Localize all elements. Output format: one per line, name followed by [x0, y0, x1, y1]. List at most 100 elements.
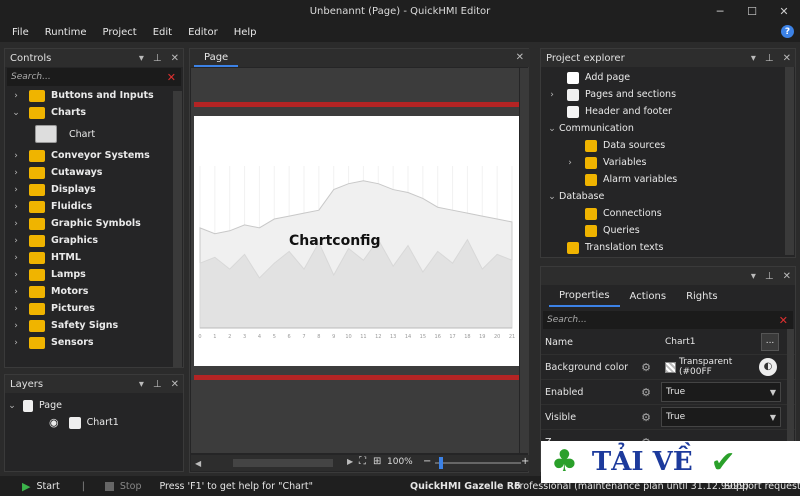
explorer-item[interactable]: Alarm variables	[541, 171, 795, 188]
chevron-right-icon[interactable]: ›	[9, 253, 23, 263]
menu-file[interactable]: File	[4, 27, 37, 38]
menu-help[interactable]: Help	[226, 27, 265, 38]
design-canvas[interactable]: 0 1 2 3 4 5 6 7 8 9 10 11 12 13 14 15 16 17 18 19 20 21 Chart…	[191, 68, 519, 453]
explorer-item[interactable]: Translation texts	[541, 239, 795, 256]
pin-icon[interactable]: ⊥	[765, 53, 774, 64]
chevron-right-icon[interactable]: ›	[9, 304, 23, 314]
pin-icon[interactable]: ⊥	[153, 53, 162, 64]
chevron-right-icon[interactable]: ›	[563, 158, 577, 168]
tree-item-category[interactable]: › Sensors	[5, 334, 183, 351]
explorer-item[interactable]: Add page	[541, 69, 795, 86]
tree-item-category[interactable]: › Buttons and Inputs	[5, 87, 183, 104]
tab-properties[interactable]: Properties	[549, 285, 620, 307]
explorer-item[interactable]: › Variables	[541, 154, 795, 171]
chevron-right-icon[interactable]: ›	[9, 202, 23, 212]
chevron-right-icon[interactable]: ›	[9, 236, 23, 246]
help-icon[interactable]: ?	[781, 25, 794, 38]
fit-icon[interactable]: ⛶	[359, 456, 366, 467]
zoom-slider[interactable]	[435, 462, 521, 464]
close-icon[interactable]: ✕	[783, 271, 791, 282]
eye-icon[interactable]: ◉	[49, 416, 59, 429]
chevron-right-icon[interactable]: ›	[9, 270, 23, 280]
controls-scrollbar[interactable]	[173, 91, 182, 367]
dropdown-icon[interactable]: ▾	[751, 53, 756, 64]
dropdown-icon[interactable]: ▾	[139, 379, 144, 390]
clear-search-icon[interactable]: ✕	[779, 314, 788, 327]
play-icon[interactable]: ▶	[22, 480, 30, 493]
tree-item-category[interactable]: › Graphics	[5, 232, 183, 249]
explorer-item[interactable]: Connections	[541, 205, 795, 222]
dropdown-icon[interactable]: ▾	[139, 53, 144, 64]
explorer-item[interactable]: Header and footer	[541, 103, 795, 120]
chevron-right-icon[interactable]: ›	[9, 219, 23, 229]
hscroll-thumb[interactable]	[233, 459, 333, 467]
tree-item-category[interactable]: › Displays	[5, 181, 183, 198]
tree-item-category[interactable]: › Safety Signs	[5, 317, 183, 334]
enabled-select[interactable]: True ▼	[661, 382, 781, 402]
scroll-left-icon[interactable]: ◀	[195, 459, 201, 468]
menu-runtime[interactable]: Runtime	[37, 27, 95, 38]
menu-edit[interactable]: Edit	[145, 27, 180, 38]
explorer-scrollbar[interactable]	[785, 67, 794, 255]
chevron-right-icon[interactable]: ›	[9, 151, 23, 161]
chevron-right-icon[interactable]: ›	[9, 321, 23, 331]
tab-page[interactable]: Page	[194, 49, 239, 67]
chevron-down-icon[interactable]: ⌄	[9, 108, 23, 118]
zoom-slider-handle[interactable]	[439, 457, 443, 469]
zoom-in-button[interactable]: +	[521, 456, 529, 467]
chevron-right-icon[interactable]: ›	[545, 90, 559, 100]
tree-item-chart-control[interactable]: Chart	[5, 121, 183, 147]
tree-item-category[interactable]: › HTML	[5, 249, 183, 266]
zoom-grid-icon[interactable]: ⊞	[373, 456, 381, 467]
tree-item-category[interactable]: ⌄ Charts	[5, 104, 183, 121]
maximize-button[interactable]: ☐	[736, 0, 768, 22]
zoom-out-button[interactable]: −	[423, 456, 431, 467]
tree-item-category[interactable]: › Conveyor Systems	[5, 147, 183, 164]
start-button[interactable]: Start	[36, 481, 59, 492]
tree-item-category[interactable]: › Fluidics	[5, 198, 183, 215]
close-icon[interactable]: ✕	[783, 53, 791, 64]
menu-editor[interactable]: Editor	[180, 27, 226, 38]
page-surface[interactable]: 0 1 2 3 4 5 6 7 8 9 10 11 12 13 14 15 16 17 18 19 20 21 Chart…	[194, 116, 519, 366]
tree-item-category[interactable]: › Lamps	[5, 266, 183, 283]
chevron-down-icon[interactable]: ⌄	[545, 192, 559, 202]
explorer-item[interactable]: Queries	[541, 222, 795, 239]
name-edit-button[interactable]: ...	[761, 333, 779, 351]
properties-search-input[interactable]: Search... ✕	[543, 311, 793, 329]
chevron-right-icon[interactable]: ›	[9, 338, 23, 348]
tree-item-category[interactable]: › Cutaways	[5, 164, 183, 181]
gear-icon[interactable]: ⚙	[633, 411, 659, 424]
chevron-right-icon[interactable]: ›	[9, 168, 23, 178]
tree-item-category[interactable]: › Pictures	[5, 300, 183, 317]
explorer-item[interactable]: ⌄ Database	[541, 188, 795, 205]
explorer-item[interactable]: ⌄ Communication	[541, 120, 795, 137]
close-icon[interactable]: ✕	[171, 53, 179, 64]
clear-search-icon[interactable]: ✕	[167, 71, 176, 84]
controls-search-input[interactable]: Search... ✕	[7, 68, 181, 86]
tab-actions[interactable]: Actions	[620, 285, 677, 307]
chevron-down-icon[interactable]: ⌄	[5, 401, 19, 411]
gear-icon[interactable]: ⚙	[633, 361, 659, 374]
color-picker-icon[interactable]: ◐	[759, 358, 777, 376]
scroll-right-icon[interactable]: ▶	[347, 457, 353, 466]
canvas-hscrollbar[interactable]: ◀ ▶ ⛶ ⊞ 100% − +	[191, 455, 529, 471]
layer-item-chart1[interactable]: ◉ Chart1	[5, 414, 183, 431]
chevron-right-icon[interactable]: ›	[9, 185, 23, 195]
explorer-item[interactable]: Data sources	[541, 137, 795, 154]
stop-icon[interactable]	[104, 481, 114, 491]
chevron-down-icon[interactable]: ⌄	[545, 124, 559, 134]
gear-icon[interactable]: ⚙	[633, 386, 659, 399]
tab-rights[interactable]: Rights	[676, 285, 728, 307]
layer-item-page[interactable]: ⌄ Page	[5, 397, 183, 414]
chevron-right-icon[interactable]: ›	[9, 91, 23, 101]
visible-select[interactable]: True ▼	[661, 407, 781, 427]
name-field[interactable]: Chart1	[661, 332, 757, 352]
dropdown-icon[interactable]: ▾	[751, 271, 756, 282]
explorer-item[interactable]: › Pages and sections	[541, 86, 795, 103]
canvas-vscrollbar[interactable]	[520, 68, 528, 453]
stop-button[interactable]: Stop	[120, 481, 142, 492]
tree-item-category[interactable]: › Graphic Symbols	[5, 215, 183, 232]
pin-icon[interactable]: ⊥	[765, 271, 774, 282]
menu-project[interactable]: Project	[95, 27, 145, 38]
pin-icon[interactable]: ⊥	[153, 379, 162, 390]
